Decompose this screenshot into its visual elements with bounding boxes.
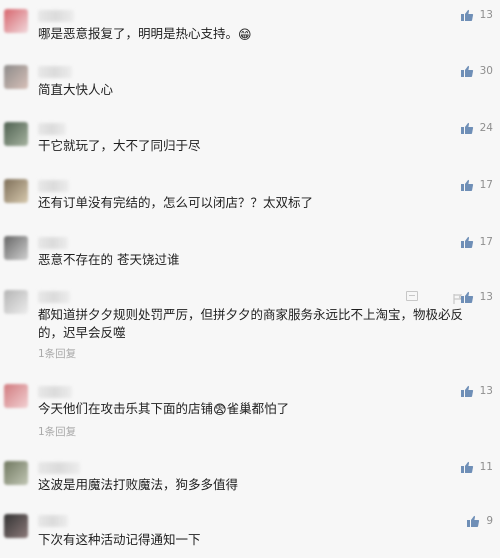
avatar[interactable] [4, 9, 28, 33]
avatar[interactable] [4, 65, 28, 89]
comment-item: 恶意不存在的 苍天饶过谁 17 [0, 228, 500, 278]
like-count: 24 [479, 122, 493, 134]
like-count: 13 [479, 385, 493, 397]
comment-list: 哪是恶意报复了，明明是热心支持。😁 13 简直大快人心 30 干它就玩了，大不了… [0, 0, 500, 558]
thumbs-up-icon [460, 178, 474, 192]
like-button[interactable]: 13 [460, 384, 493, 398]
like-count: 13 [479, 291, 493, 303]
username-blurred[interactable] [38, 515, 68, 527]
fearful-emoji-icon: 😨 [213, 403, 227, 418]
like-button[interactable]: 9 [466, 514, 493, 528]
avatar[interactable] [4, 236, 28, 260]
comment-item: 这波是用魔法打败魔法，狗多多值得 11 [0, 455, 500, 505]
comment-item: 哪是恶意报复了，明明是热心支持。😁 13 [0, 0, 500, 50]
thumbs-up-icon [460, 8, 474, 22]
comment-text: 都知道拼夕夕规则处罚严厉，但拼夕夕的商家服务永远比不上淘宝，物极必反的，迟早会反… [38, 307, 464, 340]
like-button[interactable]: 17 [460, 178, 493, 192]
comment-item: 干它就玩了，大不了同归于尽 24 [0, 114, 500, 164]
username-blurred[interactable] [38, 180, 69, 192]
avatar[interactable] [4, 384, 28, 408]
comment-text: 下次有这种活动记得通知一下 [38, 532, 201, 547]
like-button[interactable]: 13 [460, 8, 493, 22]
thumbs-up-icon [460, 384, 474, 398]
like-button[interactable]: 17 [460, 235, 493, 249]
like-count: 13 [479, 9, 493, 21]
comment-item: 下次有这种活动记得通知一下 9 [0, 509, 500, 558]
username-blurred[interactable] [38, 386, 72, 398]
reply-count[interactable]: 1条回复 [38, 346, 76, 361]
comment-item: 今天他们在攻击乐其下面的店铺😨雀巢都怕了 1条回复 13 [0, 379, 500, 449]
like-button[interactable]: 13 [460, 290, 493, 304]
thumbs-up-icon [460, 64, 474, 78]
like-count: 30 [479, 65, 493, 77]
like-button[interactable]: 24 [460, 121, 493, 135]
like-button[interactable]: 30 [460, 64, 493, 78]
comment-item: 还有订单没有完结的，怎么可以闭店？？太双标了 17 [0, 171, 500, 221]
like-count: 9 [486, 515, 493, 527]
avatar[interactable] [4, 461, 28, 485]
thumbs-up-icon [460, 460, 474, 474]
thumbs-up-icon [460, 235, 474, 249]
username-blurred[interactable] [38, 66, 72, 78]
like-count: 17 [479, 179, 493, 191]
like-count: 17 [479, 236, 493, 248]
comment-text: 这波是用魔法打败魔法，狗多多值得 [38, 477, 239, 492]
comment-text: 还有订单没有完结的，怎么可以闭店？？太双标了 [38, 195, 314, 210]
username-blurred[interactable] [38, 237, 68, 249]
comment-text: 哪是恶意报复了，明明是热心支持。😁 [38, 26, 252, 43]
avatar[interactable] [4, 514, 28, 538]
thumbs-up-icon [466, 514, 480, 528]
thumbs-up-icon [460, 121, 474, 135]
reply-count[interactable]: 1条回复 [38, 424, 76, 439]
reply-icon[interactable] [406, 291, 418, 301]
comment-text: 今天他们在攻击乐其下面的店铺😨雀巢都怕了 [38, 401, 290, 418]
username-blurred[interactable] [38, 123, 66, 135]
username-blurred[interactable] [38, 10, 74, 22]
like-count: 11 [479, 461, 493, 473]
avatar[interactable] [4, 290, 28, 314]
avatar[interactable] [4, 179, 28, 203]
comment-item: 简直大快人心 30 [0, 57, 500, 107]
comment-text: 干它就玩了，大不了同归于尽 [38, 138, 201, 153]
username-blurred[interactable] [38, 291, 70, 303]
like-button[interactable]: 11 [460, 460, 493, 474]
comment-text: 简直大快人心 [38, 82, 114, 97]
comment-text: 恶意不存在的 苍天饶过谁 [38, 252, 180, 267]
comment-item: 都知道拼夕夕规则处罚严厉，但拼夕夕的商家服务永远比不上淘宝，物极必反的，迟早会反… [0, 284, 500, 364]
avatar[interactable] [4, 122, 28, 146]
grin-emoji-icon: 😁 [238, 28, 252, 43]
username-blurred[interactable] [38, 462, 80, 474]
thumbs-up-icon [460, 290, 474, 304]
